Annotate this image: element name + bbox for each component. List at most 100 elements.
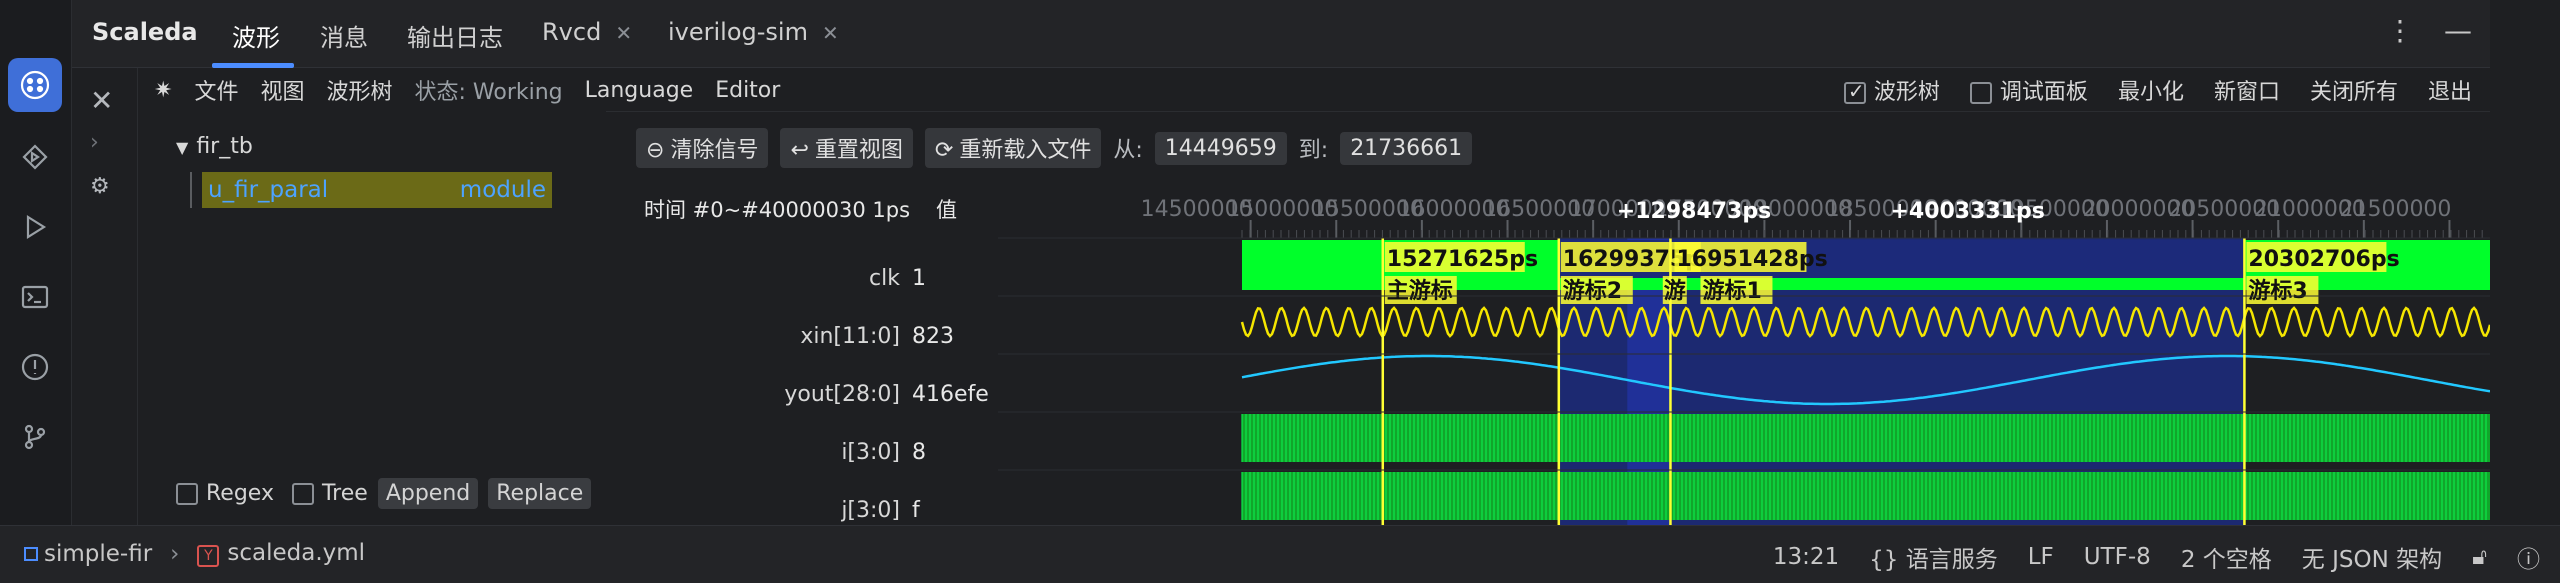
minimize-icon[interactable]: — [2444, 14, 2472, 47]
wave-controls: ⊖ 清除信号 ↩ 重置视图 ⟳ 重新载入文件 从: 14449659 到: 21736… [636, 128, 1473, 168]
cursor-name-label: 游标2 [1563, 278, 1622, 304]
project-icon [24, 547, 38, 561]
from-label: 从: [1113, 138, 1143, 163]
cursor-time-label: 20302706ps [2248, 247, 2399, 272]
tab-messages[interactable]: 消息 [320, 18, 368, 68]
cursor-time-label: 16951428ps [1676, 247, 1827, 272]
ruler-tick-label: 21500000 [2339, 197, 2451, 222]
tree-module-row[interactable]: u_fir_paral module [190, 172, 552, 208]
signal-name-xin[interactable]: xin[11:0] [630, 324, 900, 349]
signal-value-j: f [912, 498, 920, 523]
language-service[interactable]: {} 语言服务 [1869, 540, 1998, 574]
cursor-name-label: 主游标 [1387, 278, 1453, 304]
menu-view[interactable]: 视图 [260, 74, 304, 106]
module-type: module [459, 177, 546, 203]
tab-label: Rvcd [542, 18, 602, 46]
signal-name-yout[interactable]: yout[28:0] [630, 382, 900, 407]
signal-values: 1 823 416efe 8 f [900, 184, 989, 525]
to-label: 到: [1298, 138, 1329, 163]
lock-icon[interactable]: 🔓︎ [2472, 544, 2487, 570]
wavetree-toggle[interactable]: 波形树 [1843, 74, 1940, 106]
menu-file[interactable]: 文件 [194, 74, 238, 106]
problems-icon[interactable] [8, 340, 62, 394]
clear-signals-button[interactable]: ⊖ 清除信号 [636, 128, 769, 168]
file-breadcrumb[interactable]: Yscaleda.yml [197, 540, 365, 567]
tab-label: 消息 [320, 24, 368, 52]
plugin-icon[interactable] [8, 130, 62, 184]
tab-output-log[interactable]: 输出日志 [407, 18, 503, 68]
chevron-right-icon: › [170, 540, 180, 567]
signal-value-xin: 823 [912, 324, 954, 349]
status-text: 状态: Working [414, 80, 563, 105]
tab-label: 输出日志 [407, 24, 503, 52]
chevron-right-icon[interactable]: › [90, 130, 99, 155]
cursor-name-label: 游标1 [1702, 278, 1761, 304]
reset-view-button[interactable]: ↩ 重置视图 [780, 128, 913, 168]
cursor-name-label: 游标3 [2248, 278, 2307, 304]
file-encoding[interactable]: UTF-8 [2084, 544, 2151, 570]
tab-waveform[interactable]: 波形 [232, 18, 280, 68]
minimize-button[interactable]: 最小化 [2118, 74, 2184, 106]
filter-options: Regex Tree Append Replace [176, 478, 592, 509]
signal-value-yout: 416efe [912, 382, 989, 407]
settings-icon[interactable]: ⚙ [90, 174, 110, 199]
signal-value-i: 8 [912, 440, 926, 465]
tool-window-header: Scaleda 波形 消息 输出日志 Rvcd ✕ iverilog-sim ✕ ⋮… [72, 0, 2490, 68]
more-options-icon[interactable]: ⋮ [2386, 14, 2414, 47]
notifications-icon[interactable]: ⓘ [2517, 540, 2540, 574]
exit-button[interactable]: 退出 [2428, 74, 2472, 106]
append-button[interactable]: Append [377, 478, 479, 509]
from-field[interactable]: 14449659 [1154, 131, 1287, 165]
close-icon[interactable]: ✕ [90, 84, 113, 117]
undo-icon: ↩ [790, 138, 809, 163]
signal-tree-panel: ✕ › ⚙ ✷ 文件 视图 波形树 状态: Working Language E… [72, 68, 780, 525]
git-branch-icon[interactable] [8, 410, 62, 464]
waveform-plugin-icon[interactable] [8, 58, 62, 112]
status-bar: simple-fir › Yscaleda.yml 13:21 {} 语言服务 … [0, 525, 2560, 583]
close-icon[interactable]: ✕ [615, 21, 632, 45]
to-field[interactable]: 21736661 [1340, 131, 1473, 165]
tab-rvcd[interactable]: Rvcd ✕ [542, 18, 632, 68]
reload-file-button[interactable]: ⟳ 重新载入文件 [924, 128, 1102, 168]
line-ending[interactable]: LF [2028, 544, 2054, 570]
json-schema[interactable]: 无 JSON 架构 [2302, 540, 2442, 574]
signal-names: clk xin[11:0] yout[28:0] i[3:0] j[3:0] [630, 184, 900, 525]
signal-name-clk[interactable]: clk [630, 266, 900, 291]
signal-name-i[interactable]: i[3:0] [630, 440, 900, 465]
indentation[interactable]: 2 个空格 [2181, 540, 2272, 574]
delta-label: +4003331ps [1890, 199, 2044, 224]
cursor-position[interactable]: 13:21 [1773, 544, 1839, 570]
close-all-button[interactable]: 关闭所有 [2310, 74, 2398, 106]
yaml-file-icon: Y [197, 545, 220, 567]
tab-label: iverilog-sim [668, 18, 808, 46]
project-breadcrumb[interactable]: simple-fir [24, 541, 152, 567]
star-icon[interactable]: ✷ [154, 78, 172, 103]
signal-name-j[interactable]: j[3:0] [630, 498, 900, 523]
tree-checkbox[interactable]: Tree [291, 481, 368, 506]
app-title: Scaleda [92, 18, 198, 46]
debug-panel-toggle[interactable]: 调试面板 [1969, 74, 2088, 106]
new-window-button[interactable]: 新窗口 [2214, 74, 2280, 106]
terminal-icon[interactable] [8, 270, 62, 324]
waveform-panel: ⊖ 清除信号 ↩ 重置视图 ⟳ 重新载入文件 从: 14449659 到: 21736… [630, 112, 2490, 525]
replace-button[interactable]: Replace [488, 478, 592, 509]
panel-tool-gutter: ✕ › ⚙ [72, 68, 138, 525]
tab-iverilog-sim[interactable]: iverilog-sim ✕ [668, 18, 839, 68]
tab-label: 波形 [232, 24, 280, 52]
chevron-down-icon[interactable]: ▼ [176, 138, 188, 157]
run-icon[interactable] [8, 200, 62, 254]
close-icon[interactable]: ✕ [822, 21, 839, 45]
signal-value-clk: 1 [912, 266, 926, 291]
cursor-extra-label: 游 [1664, 278, 1686, 304]
delta-label: +1298473ps [1617, 199, 1771, 224]
window-menu-bar: 波形树 调试面板 最小化 新窗口 关闭所有 退出 [606, 68, 2490, 112]
tree-root-node[interactable]: ▼ fir_tb [176, 134, 253, 159]
cursor-time-label: 15271625ps [1387, 247, 1538, 272]
regex-checkbox[interactable]: Regex [176, 481, 274, 506]
tree-guide-line [190, 172, 192, 208]
tree-root-label: fir_tb [196, 134, 253, 159]
menu-wavetree[interactable]: 波形树 [326, 74, 392, 106]
minus-circle-icon: ⊖ [646, 138, 665, 163]
waveform-canvas[interactable]: 1450000015000000155000001600000016500000… [998, 184, 2490, 525]
wave-menu-bar: ✷ 文件 视图 波形树 状态: Working Language Editor [154, 68, 780, 112]
